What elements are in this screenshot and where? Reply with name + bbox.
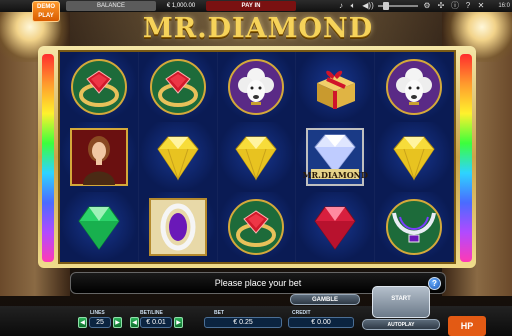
- sapphire-ring-icon: [148, 197, 208, 257]
- ruby-ring-icon: [69, 57, 129, 117]
- reel-cell: [60, 122, 139, 192]
- demo-label: DEMO: [37, 4, 55, 10]
- reel-cell: [217, 52, 297, 122]
- rainbow-bar-left: [42, 54, 54, 262]
- game-stage: BALANCE € 1,000.00 PAY IN ♪ 🔈︎ ◀)) ⚙ ✣ ⓘ…: [0, 0, 512, 336]
- reel-frame: MR.DIAMOND: [38, 46, 476, 268]
- reel-cell: [138, 192, 218, 262]
- demo-play-button[interactable]: DEMO PLAY: [32, 1, 60, 22]
- white-poodle-icon: [226, 57, 286, 117]
- reel-grid: MR.DIAMOND: [58, 50, 456, 264]
- volume-icon[interactable]: ◀)): [361, 0, 375, 12]
- lines-label: LINES: [90, 310, 105, 316]
- play-label: PLAY: [38, 13, 54, 19]
- credit-label: CREDIT: [292, 310, 311, 316]
- balance-value: € 1,000.00: [166, 3, 196, 9]
- bet-label: BET: [214, 310, 224, 316]
- reel-cell: MR.DIAMOND: [296, 122, 376, 192]
- gold-gift-box-icon: [305, 57, 365, 117]
- reel-cell: [60, 52, 139, 122]
- yellow-diamond-icon: [148, 127, 208, 187]
- reel-cell: [296, 52, 376, 122]
- reel-cell: [138, 122, 218, 192]
- yellow-diamond-icon: [226, 127, 286, 187]
- speaker-icon[interactable]: 🔈︎: [348, 0, 358, 12]
- bet-line-increase-button[interactable]: ▶: [174, 317, 183, 328]
- music-icon[interactable]: ♪: [336, 0, 346, 12]
- wild-label: MR.DIAMOND: [302, 170, 368, 180]
- bet-value: € 0.25: [204, 317, 282, 328]
- lines-decrease-button[interactable]: ◀: [78, 317, 87, 328]
- autoplay-button[interactable]: AUTOPLAY: [362, 319, 440, 330]
- game-logo: MR.DIAMOND: [142, 13, 374, 44]
- rainbow-bar-right: [460, 54, 472, 262]
- reel-cell: [217, 192, 297, 262]
- lady-portrait-icon: [69, 127, 129, 187]
- green-emerald-icon: [69, 197, 129, 257]
- bet-line-decrease-button[interactable]: ◀: [130, 317, 139, 328]
- fullscreen-icon[interactable]: ✣: [436, 0, 446, 12]
- credit-value: € 0.00: [288, 317, 354, 328]
- ruby-ring-icon: [226, 197, 286, 257]
- reel-cell: [138, 52, 218, 122]
- help-button[interactable]: ?: [428, 277, 441, 290]
- bet-line-value: € 0.01: [140, 317, 172, 328]
- help-icon[interactable]: ?: [463, 0, 473, 12]
- gamble-button[interactable]: GAMBLE: [290, 294, 360, 305]
- sapphire-necklace-icon: [384, 197, 444, 257]
- reel-cell: [60, 192, 139, 262]
- start-button[interactable]: START: [372, 286, 430, 318]
- info-icon[interactable]: ⓘ: [450, 0, 460, 12]
- top-bar: BALANCE € 1,000.00 PAY IN ♪ 🔈︎ ◀)) ⚙ ✣ ⓘ…: [0, 0, 512, 12]
- red-ruby-gem-icon: [305, 197, 365, 257]
- balance-label: BALANCE: [66, 1, 156, 11]
- reel-cell: [375, 52, 454, 122]
- lines-value: 25: [89, 317, 111, 328]
- settings-icon[interactable]: ⚙: [422, 0, 432, 12]
- reel-cell: [375, 122, 454, 192]
- provider-logo: HP: [448, 316, 486, 336]
- clock: 16:0: [498, 3, 510, 9]
- white-poodle-icon: [384, 57, 444, 117]
- status-message: Please place your bet: [214, 278, 302, 288]
- reel-cell: [296, 192, 376, 262]
- reel-cell: [217, 122, 297, 192]
- pay-in-button[interactable]: PAY IN: [206, 1, 296, 11]
- close-icon[interactable]: ✕: [476, 0, 486, 12]
- bet-line-label: BET/LINE: [140, 310, 163, 316]
- yellow-diamond-icon: [384, 127, 444, 187]
- volume-slider-knob[interactable]: [383, 2, 389, 10]
- reel-cell: [375, 192, 454, 262]
- ruby-ring-icon: [148, 57, 208, 117]
- lines-increase-button[interactable]: ▶: [113, 317, 122, 328]
